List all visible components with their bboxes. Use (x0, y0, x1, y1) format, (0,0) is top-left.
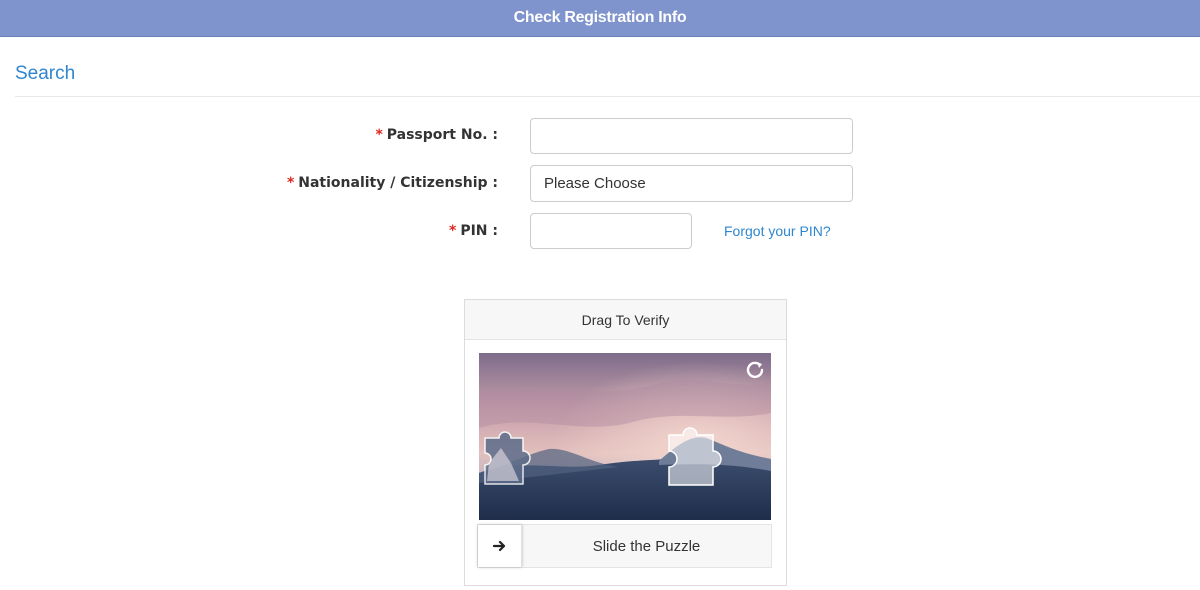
page-title: Check Registration Info (513, 9, 687, 26)
puzzle-image (479, 353, 771, 520)
pin-input[interactable] (530, 213, 692, 249)
passport-input[interactable] (530, 118, 853, 154)
required-mark: * (449, 223, 457, 239)
refresh-icon[interactable] (745, 359, 765, 379)
arrow-right-icon (492, 540, 505, 552)
required-mark: * (375, 127, 383, 143)
nationality-selected-value: Please Choose (544, 175, 646, 192)
required-mark: * (286, 175, 295, 191)
drag-verify-captcha: Drag To Verify Slide the Puzzle (464, 299, 787, 586)
captcha-header: Drag To Verify (465, 300, 786, 340)
passport-label: * Passport No. : (375, 127, 498, 143)
slider-label: Slide the Puzzle (592, 537, 701, 555)
nationality-label: * Nationality / Citizenship : (287, 175, 498, 191)
puzzle-piece-source (484, 431, 531, 485)
puzzle-slider-track[interactable]: Slide the Puzzle (477, 524, 772, 568)
puzzle-scene (479, 353, 771, 520)
passport-label-text: Passport No. : (386, 127, 498, 143)
nationality-label-text: Nationality / Citizenship : (298, 175, 498, 191)
pin-label: * PIN : (449, 223, 498, 239)
forgot-pin-link[interactable]: Forgot your PIN? (724, 223, 831, 239)
captcha-title: Drag To Verify (581, 311, 670, 328)
page-header: Check Registration Info (0, 0, 1200, 37)
section-divider (15, 96, 1200, 97)
slider-handle[interactable] (478, 525, 522, 567)
pin-label-text: PIN : (460, 223, 498, 239)
section-title: Search (15, 63, 76, 84)
nationality-select[interactable]: Please Choose (530, 165, 853, 202)
puzzle-hole-target (668, 427, 722, 486)
